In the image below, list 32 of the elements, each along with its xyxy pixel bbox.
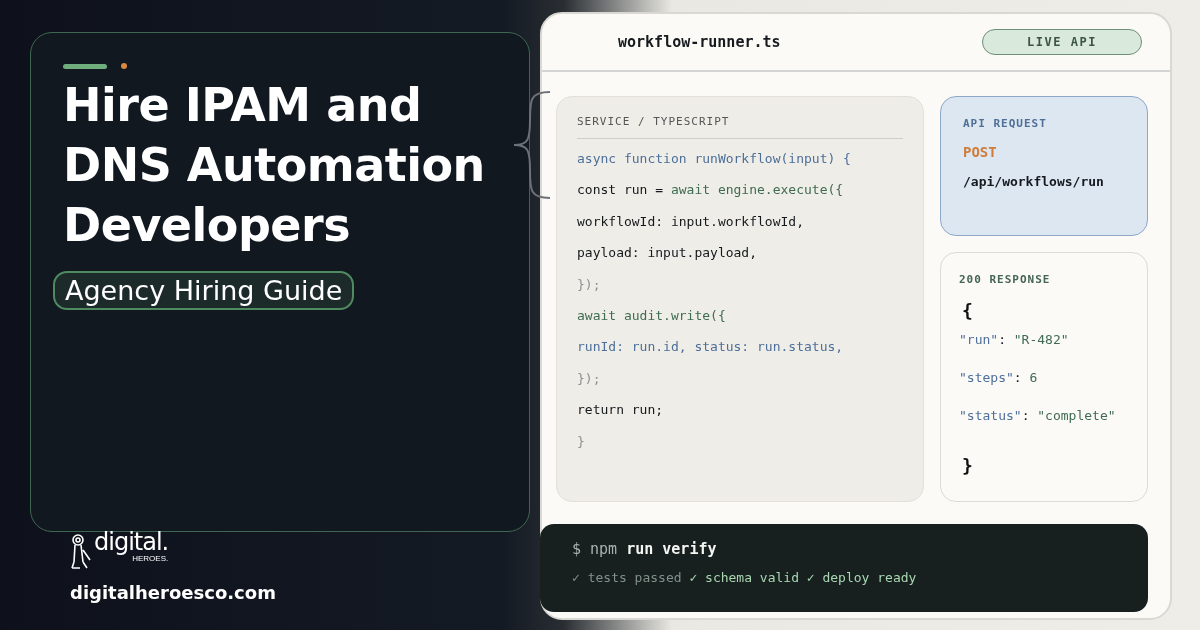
file-name: workflow-runner.ts (618, 33, 781, 51)
code-line: workflowId: input.workflowId, (577, 212, 805, 231)
http-method: POST (963, 144, 998, 160)
json-field: "status": "complete" (959, 397, 1137, 435)
terminal-line: ✓ tests passed ✓ schema valid ✓ deploy ready (572, 570, 918, 585)
code-label: SERVICE / TYPESCRIPT (577, 115, 903, 139)
json-field: "run": "R-482" (959, 321, 1137, 359)
request-path: /api/workflows/run (963, 174, 1105, 189)
card-label: API REQUEST (963, 117, 1048, 130)
json-brace: { (962, 300, 974, 321)
website-url: digitalheroesco.com (70, 582, 277, 603)
logo-wordmark: digital. (94, 528, 169, 556)
code-line: return run; (577, 401, 665, 420)
code-line: async function runWorkflow(input) { (577, 150, 852, 168)
json-brace: } (962, 455, 974, 476)
code-line: } (577, 432, 586, 451)
json-field: "steps": 6 (959, 359, 1137, 397)
robot-mascot-icon (70, 534, 92, 570)
code-line: }); (577, 369, 602, 388)
code-line: await audit.write({ (577, 307, 727, 326)
code-line: runId: run.id, status: run.status, (577, 338, 845, 357)
headline: Hire IPAM and DNS Automation Developers (63, 77, 485, 254)
guide-tag: Agency Hiring Guide (53, 271, 355, 310)
card-label: 200 RESPONSE (959, 273, 1052, 286)
code-line: }); (577, 275, 602, 294)
terminal-line: $ npm run verify (572, 540, 718, 558)
code-line: const run = await engine.execute({ (577, 181, 845, 200)
logo-subtitle: HEROES. (132, 554, 169, 563)
accent-dot (121, 63, 127, 69)
live-api-badge: LIVE API (982, 29, 1142, 55)
accent-bar (63, 63, 107, 69)
code-line: payload: input.payload, (577, 244, 758, 263)
